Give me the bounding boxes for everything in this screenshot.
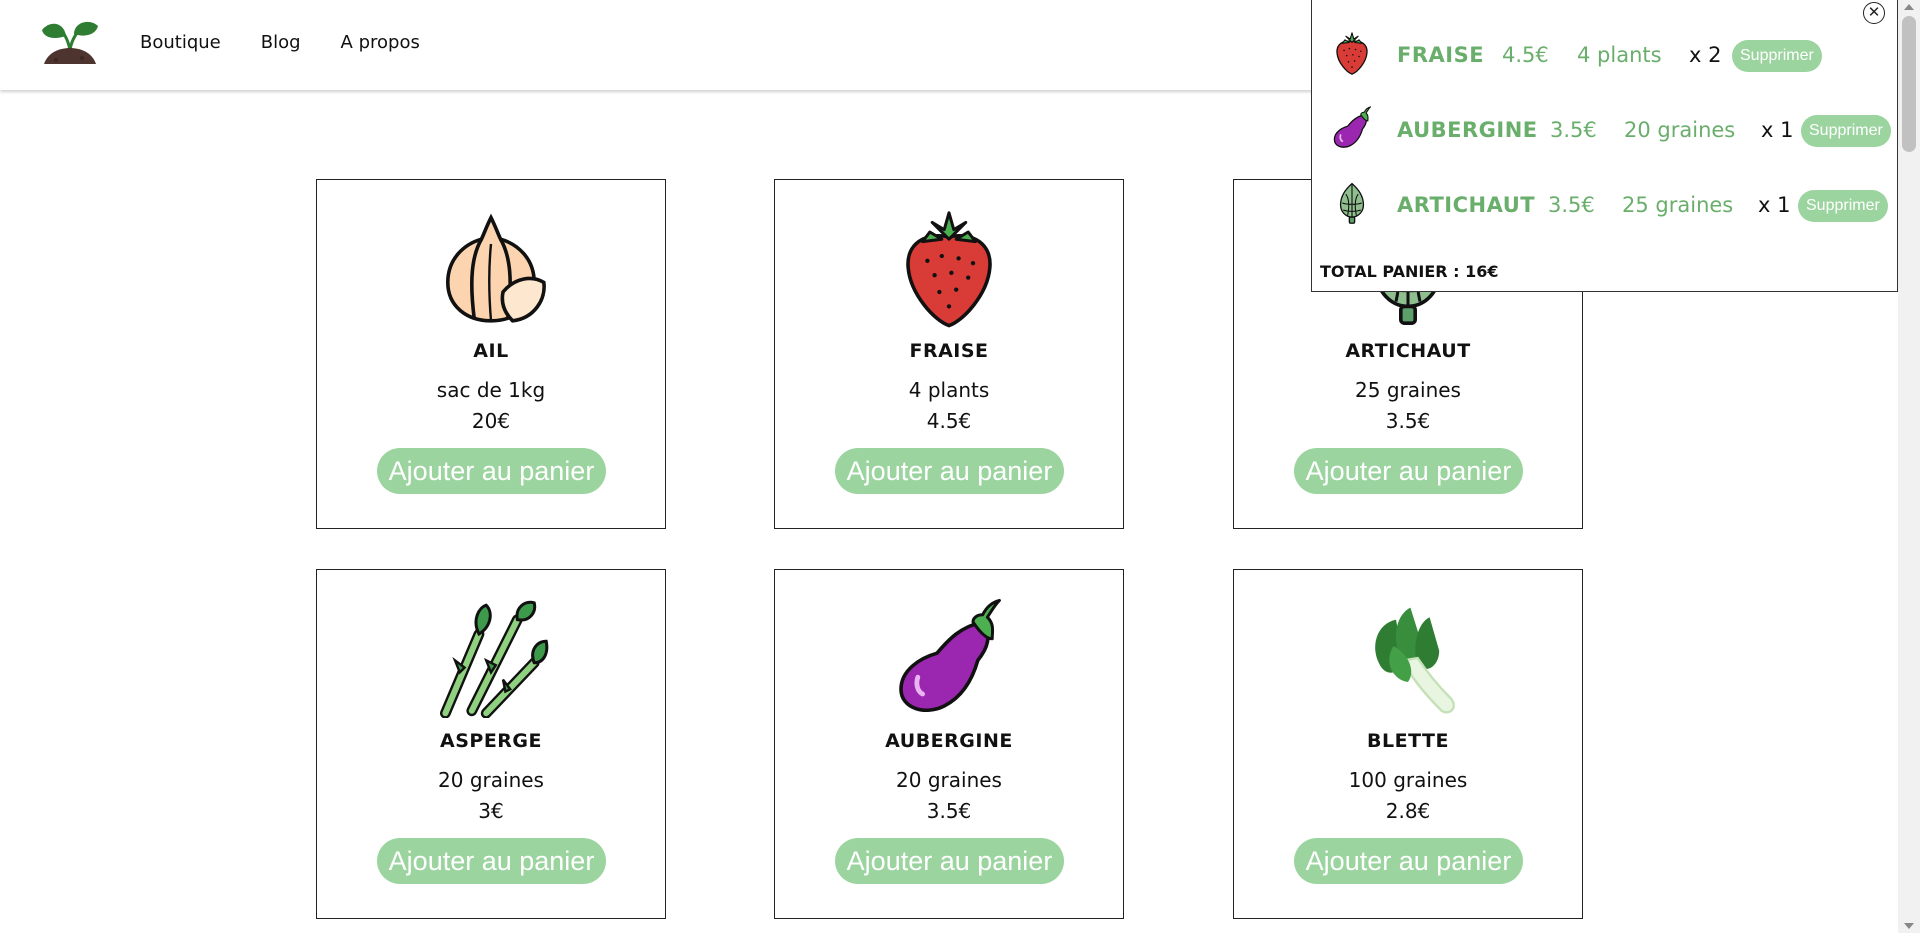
product-name: AIL <box>473 340 509 362</box>
product-card-asperge: ASPERGE 20 graines 3€ Ajouter au panier <box>316 569 666 919</box>
add-to-cart-button[interactable]: Ajouter au panier <box>835 838 1064 884</box>
cart-item-name: FRAISE <box>1397 43 1485 67</box>
product-quantity: 4 plants <box>908 378 990 402</box>
product-price: 20€ <box>471 409 511 433</box>
asparagus-icon <box>431 598 551 718</box>
product-image <box>317 208 665 328</box>
add-to-cart-button[interactable]: Ajouter au panier <box>377 838 606 884</box>
product-quantity: 25 graines <box>1355 378 1461 402</box>
cart-item-price: 3.5€ <box>1548 193 1595 217</box>
product-image <box>1234 598 1582 718</box>
product-card-blette: BLETTE 100 graines 2.8€ Ajouter au panie… <box>1233 569 1583 919</box>
product-name: AUBERGINE <box>885 730 1013 752</box>
cart-item-price: 3.5€ <box>1550 118 1597 142</box>
chard-icon <box>1348 598 1468 718</box>
scroll-down-icon[interactable] <box>1904 923 1914 929</box>
add-to-cart-button[interactable]: Ajouter au panier <box>1294 838 1523 884</box>
delete-button[interactable]: Supprimer <box>1798 190 1888 222</box>
close-icon[interactable]: ✕ <box>1863 2 1885 24</box>
cart-popup: ✕ FRAISE 4.5€ 4 plants x 2 Supprimer AUB… <box>1311 0 1898 292</box>
cart-item: AUBERGINE 3.5€ 20 graines x 1 Supprimer <box>1312 98 1897 158</box>
nav-a-propos[interactable]: A propos <box>341 32 420 53</box>
product-name: ARTICHAUT <box>1345 340 1471 362</box>
cart-item-quantity: 20 graines <box>1624 118 1736 142</box>
page-scrollbar[interactable] <box>1898 0 1920 933</box>
product-image <box>317 598 665 718</box>
add-to-cart-button[interactable]: Ajouter au panier <box>835 448 1064 494</box>
delete-button[interactable]: Supprimer <box>1732 40 1822 72</box>
cart-item-name: AUBERGINE <box>1397 118 1538 142</box>
product-quantity: 20 graines <box>896 768 1002 792</box>
product-image <box>775 598 1123 718</box>
garlic-icon <box>431 208 551 328</box>
plant-logo-icon[interactable] <box>38 20 102 66</box>
product-price: 2.8€ <box>1385 799 1431 823</box>
cart-item: FRAISE 4.5€ 4 plants x 2 Supprimer <box>1312 23 1897 83</box>
product-quantity: 20 graines <box>438 768 544 792</box>
eggplant-icon <box>1330 106 1374 150</box>
delete-button[interactable]: Supprimer <box>1801 115 1891 147</box>
cart-item-count: x 2 <box>1689 43 1722 67</box>
cart-item: ARTICHAUT 3.5€ 25 graines x 1 Supprimer <box>1312 173 1897 233</box>
strawberry-icon <box>1330 31 1374 75</box>
product-image <box>775 208 1123 328</box>
product-price: 4.5€ <box>926 409 972 433</box>
product-name: BLETTE <box>1367 730 1449 752</box>
main-nav: Boutique Blog A propos <box>140 32 460 53</box>
product-card-fraise: FRAISE 4 plants 4.5€ Ajouter au panier <box>774 179 1124 529</box>
add-to-cart-button[interactable]: Ajouter au panier <box>377 448 606 494</box>
scrollbar-thumb[interactable] <box>1902 16 1916 152</box>
product-name: ASPERGE <box>440 730 542 752</box>
product-card-aubergine: AUBERGINE 20 graines 3.5€ Ajouter au pan… <box>774 569 1124 919</box>
product-price: 3€ <box>478 799 504 823</box>
cart-item-count: x 1 <box>1761 118 1794 142</box>
cart-total: TOTAL PANIER : 16€ <box>1320 262 1499 281</box>
cart-item-quantity: 25 graines <box>1622 193 1734 217</box>
product-quantity: sac de 1kg <box>436 378 546 402</box>
strawberry-icon <box>889 208 1009 328</box>
cart-item-count: x 1 <box>1758 193 1791 217</box>
nav-blog[interactable]: Blog <box>261 32 301 53</box>
cart-item-quantity: 4 plants <box>1577 43 1662 67</box>
product-quantity: 100 graines <box>1348 768 1468 792</box>
product-grid: AIL sac de 1kg 20€ Ajouter au panier FRA… <box>316 179 1584 933</box>
artichoke-icon <box>1330 181 1374 225</box>
product-name: FRAISE <box>909 340 989 362</box>
cart-item-price: 4.5€ <box>1502 43 1549 67</box>
eggplant-icon <box>889 598 1009 718</box>
product-price: 3.5€ <box>926 799 972 823</box>
product-card-ail: AIL sac de 1kg 20€ Ajouter au panier <box>316 179 666 529</box>
product-price: 3.5€ <box>1385 409 1431 433</box>
cart-item-name: ARTICHAUT <box>1397 193 1536 217</box>
scroll-up-icon[interactable] <box>1904 4 1914 10</box>
add-to-cart-button[interactable]: Ajouter au panier <box>1294 448 1523 494</box>
nav-boutique[interactable]: Boutique <box>140 32 221 53</box>
